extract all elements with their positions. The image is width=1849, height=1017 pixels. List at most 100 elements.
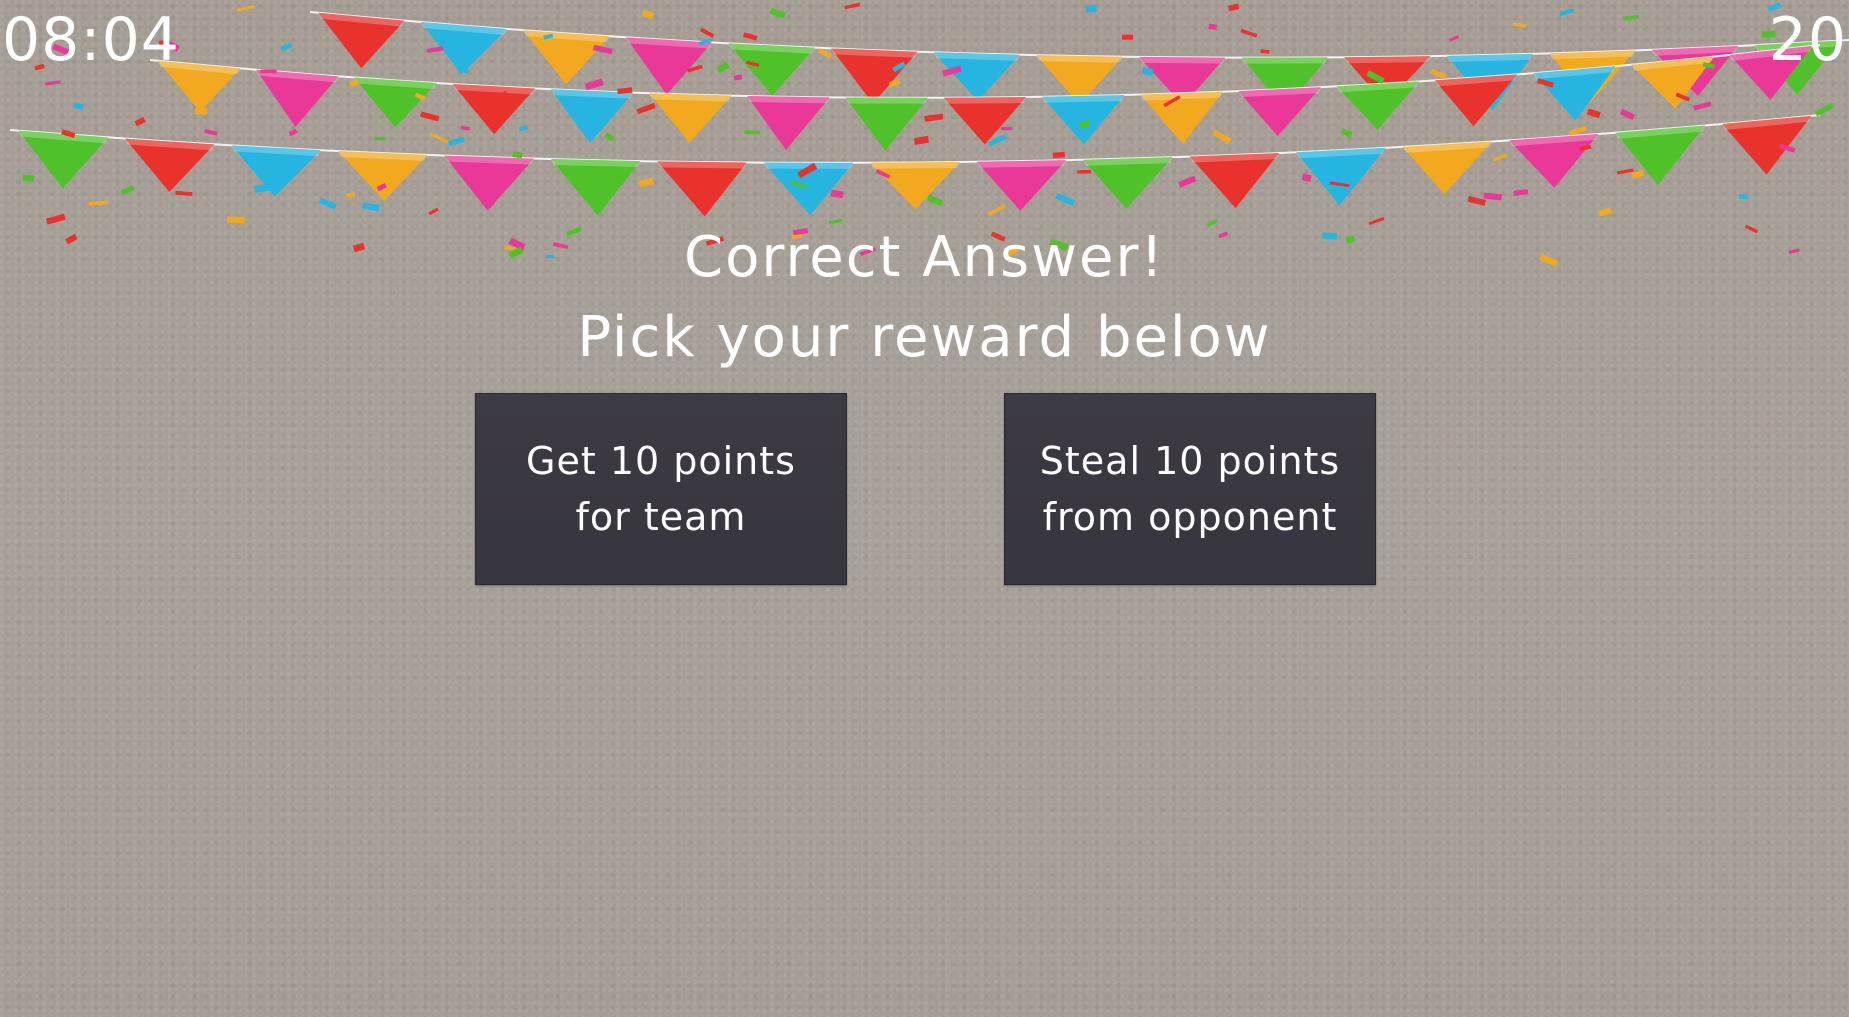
confetti-piece	[1340, 127, 1353, 138]
confetti-piece	[428, 207, 439, 216]
confetti-piece	[1260, 49, 1270, 54]
confetti-piece	[460, 125, 470, 131]
confetti-piece	[175, 190, 193, 197]
confetti-piece	[742, 32, 758, 41]
confetti-piece	[844, 2, 861, 10]
confetti-piece	[744, 130, 761, 135]
confetti-piece	[699, 27, 715, 38]
confetti-piece	[195, 108, 208, 115]
confetti-piece	[280, 42, 293, 52]
confetti-piece	[1052, 151, 1065, 159]
confetti-piece	[236, 5, 255, 12]
steal-points-label-line1: Steal 10 points	[1039, 439, 1341, 483]
confetti-piece	[88, 200, 109, 206]
bunting-flag-highlight	[1241, 57, 1328, 64]
get-points-label-line2: for team	[575, 495, 747, 539]
confetti-piece	[448, 136, 465, 146]
bunting-flag	[976, 160, 1067, 211]
bunting-flag	[870, 162, 960, 210]
steal-points-label-line2: from opponent	[1042, 495, 1338, 539]
confetti-piece	[1178, 175, 1197, 188]
confetti-piece	[604, 132, 615, 142]
confetti-piece	[253, 183, 270, 193]
bunting-flag-highlight	[845, 97, 929, 104]
confetti-piece	[1301, 173, 1312, 182]
reward-prompt: Pick your reward below	[577, 305, 1272, 370]
confetti-piece	[1368, 217, 1385, 226]
confetti-piece	[1586, 108, 1601, 119]
confetti-piece	[1077, 170, 1092, 174]
confetti-piece	[1693, 101, 1712, 111]
confetti-piece	[1513, 189, 1529, 196]
confetti-piece	[1483, 192, 1503, 201]
confetti-piece	[926, 194, 943, 207]
confetti-piece	[924, 113, 944, 122]
confetti-piece	[1085, 4, 1097, 13]
confetti-piece	[1212, 129, 1232, 144]
bunting-flag-highlight	[1344, 56, 1431, 64]
bunting-flag	[657, 161, 747, 217]
confetti-piece	[227, 216, 245, 224]
confetti-piece	[584, 78, 604, 91]
confetti-piece	[362, 202, 380, 212]
bunting-flag	[747, 95, 830, 150]
result-heading: Correct Answer!	[684, 225, 1165, 290]
confetti-piece	[733, 74, 743, 81]
confetti-piece	[638, 177, 655, 188]
confetti-piece	[1208, 23, 1218, 30]
bunting-flag-highlight	[870, 162, 960, 169]
bunting-flag-highlight	[657, 161, 747, 169]
confetti-piece	[120, 184, 135, 196]
confetti-piece	[72, 102, 84, 111]
score-display: 20	[1768, 5, 1847, 75]
confetti-piece	[518, 125, 529, 132]
confetti-piece	[346, 192, 356, 198]
confetti-piece	[374, 136, 386, 141]
confetti-piece	[1597, 207, 1612, 217]
timer-display: 08:04	[2, 5, 180, 75]
confetti-piece	[134, 117, 146, 127]
confetti-piece	[1622, 14, 1640, 21]
confetti-piece	[716, 61, 730, 74]
confetti-piece	[1121, 34, 1134, 40]
confetti-piece	[45, 213, 66, 225]
confetti-piece	[1738, 193, 1749, 200]
bunting-flag	[550, 159, 641, 216]
confetti-piece	[204, 129, 218, 136]
confetti-piece	[1559, 8, 1574, 17]
confetti-piece	[45, 80, 61, 86]
confetti-piece	[830, 189, 844, 199]
confetti-piece	[1512, 22, 1527, 28]
steal-points-button[interactable]: Steal 10 points from opponent	[1004, 393, 1376, 585]
confetti-piece	[987, 204, 1006, 216]
confetti-piece	[1619, 108, 1636, 121]
confetti-piece	[1467, 195, 1486, 206]
get-points-button[interactable]: Get 10 points for team	[475, 393, 847, 585]
confetti-piece	[22, 174, 35, 182]
confetti-piece	[817, 48, 833, 59]
confetti-piece	[1448, 35, 1460, 42]
bunting-flag-highlight	[943, 97, 1027, 104]
confetti-piece	[288, 128, 298, 137]
confetti-piece	[1430, 68, 1447, 80]
confetti-piece	[913, 135, 930, 145]
confetti-piece	[260, 69, 277, 74]
bunting-flag-highlight	[1139, 56, 1226, 64]
bunting-flag	[943, 97, 1027, 145]
confetti-piece	[429, 132, 449, 144]
confetti-piece	[1240, 28, 1258, 38]
confetti-piece	[512, 151, 523, 159]
confetti-piece	[636, 102, 656, 115]
confetti-piece	[1492, 153, 1507, 162]
confetti-piece	[828, 218, 843, 225]
confetti-piece	[426, 46, 444, 54]
confetti-piece	[419, 111, 440, 122]
get-points-label-line1: Get 10 points	[526, 439, 796, 483]
confetti-piece	[349, 79, 359, 87]
confetti-piece	[318, 197, 337, 210]
confetti-piece	[592, 44, 613, 55]
confetti-piece	[1227, 3, 1240, 12]
confetti-piece	[769, 7, 786, 19]
confetti-piece	[641, 9, 655, 20]
confetti-piece	[1814, 102, 1835, 117]
